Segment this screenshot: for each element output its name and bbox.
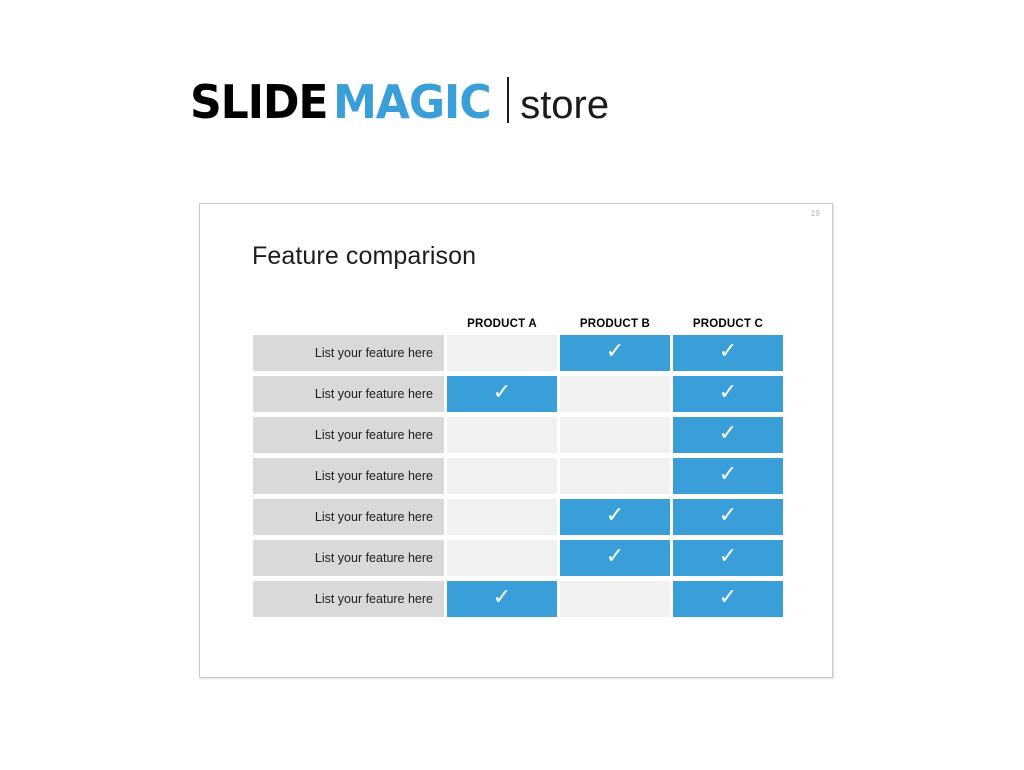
slide-number: 19 bbox=[810, 209, 820, 218]
feature-cell-empty: ✓ bbox=[560, 376, 670, 412]
feature-cell-checked: ✓ bbox=[560, 335, 670, 371]
feature-cell-empty: ✓ bbox=[560, 581, 670, 617]
column-header-product-b: PRODUCT B bbox=[579, 318, 651, 330]
page-title: Feature comparison bbox=[252, 242, 477, 270]
table-header-row: PRODUCT A PRODUCT B PRODUCT C bbox=[253, 307, 780, 335]
feature-label: List your feature here bbox=[253, 335, 444, 371]
check-icon: ✓ bbox=[605, 339, 625, 364]
check-icon: ✓ bbox=[605, 544, 625, 569]
table-row: List your feature here ✓ ✓ ✓ bbox=[253, 376, 783, 412]
feature-cell-checked: ✓ bbox=[447, 581, 557, 617]
brand-divider bbox=[507, 77, 510, 123]
check-icon: ✓ bbox=[718, 339, 738, 364]
brand-logo: SLIDE MAGIC store bbox=[190, 72, 609, 125]
table-row: List your feature here✓✓✓ bbox=[253, 499, 783, 535]
feature-cell-empty: ✓ bbox=[560, 417, 670, 453]
check-icon: ✓ bbox=[718, 380, 738, 405]
brand-store-text: store bbox=[520, 83, 610, 127]
feature-cell-checked: ✓ bbox=[673, 581, 783, 617]
check-icon: ✓ bbox=[492, 585, 512, 610]
column-header-product-a: PRODUCT A bbox=[467, 318, 537, 330]
feature-cell-checked: ✓ bbox=[673, 376, 783, 412]
check-icon: ✓ bbox=[605, 503, 625, 528]
table-body: List your feature here✓✓✓List your featu… bbox=[253, 335, 783, 617]
feature-cell-empty: ✓ bbox=[447, 499, 557, 535]
feature-cell-empty: ✓ bbox=[447, 417, 557, 453]
feature-cell-checked: ✓ bbox=[560, 540, 670, 576]
feature-label: List your feature here bbox=[253, 458, 444, 494]
check-icon: ✓ bbox=[718, 421, 738, 446]
table-row: List your feature here ✓ ✓ ✓ bbox=[253, 581, 783, 617]
brand-magic-text: MAGIC bbox=[333, 75, 492, 129]
feature-cell-checked: ✓ bbox=[673, 499, 783, 535]
check-icon: ✓ bbox=[718, 585, 738, 610]
feature-cell-checked: ✓ bbox=[560, 499, 670, 535]
feature-cell-checked: ✓ bbox=[673, 417, 783, 453]
feature-cell-checked: ✓ bbox=[673, 458, 783, 494]
feature-label: List your feature here bbox=[253, 376, 444, 412]
feature-cell-checked: ✓ bbox=[673, 540, 783, 576]
table-row: List your feature here✓✓✓ bbox=[253, 417, 783, 453]
feature-cell-empty: ✓ bbox=[447, 540, 557, 576]
check-icon: ✓ bbox=[718, 462, 738, 487]
brand-slide-text: SLIDE bbox=[190, 75, 329, 129]
feature-cell-checked: ✓ bbox=[673, 335, 783, 371]
check-icon: ✓ bbox=[718, 544, 738, 569]
check-icon: ✓ bbox=[492, 380, 512, 405]
slide-canvas: 19 Feature comparison PRODUCT A PRODUCT … bbox=[199, 203, 833, 678]
feature-comparison-table: PRODUCT A PRODUCT B PRODUCT C List your … bbox=[253, 307, 783, 622]
table-row: List your feature here✓✓✓ bbox=[253, 458, 783, 494]
feature-cell-checked: ✓ bbox=[447, 376, 557, 412]
feature-label: List your feature here bbox=[253, 540, 444, 576]
table-row: List your feature here✓✓✓ bbox=[253, 335, 783, 371]
table-row: List your feature here✓✓✓ bbox=[253, 540, 783, 576]
feature-label: List your feature here bbox=[253, 581, 444, 617]
feature-label: List your feature here bbox=[253, 499, 444, 535]
feature-cell-empty: ✓ bbox=[447, 335, 557, 371]
feature-cell-empty: ✓ bbox=[560, 458, 670, 494]
feature-label: List your feature here bbox=[253, 417, 444, 453]
column-header-product-c: PRODUCT C bbox=[692, 318, 764, 330]
feature-cell-empty: ✓ bbox=[447, 458, 557, 494]
check-icon: ✓ bbox=[718, 503, 738, 528]
